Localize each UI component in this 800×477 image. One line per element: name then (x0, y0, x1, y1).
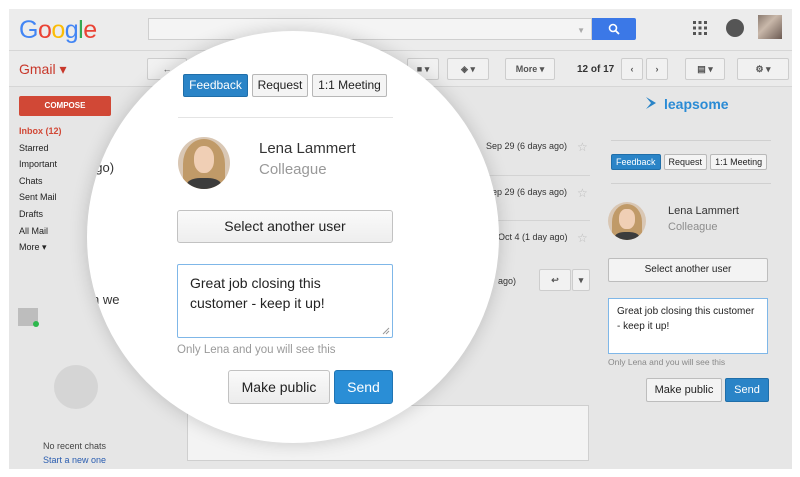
send-button[interactable]: Send (334, 370, 393, 404)
leapsome-logo: leapsome (664, 96, 729, 112)
user-name: Lena Lammert (668, 205, 739, 217)
feedback-textarea[interactable]: Great job closing this customer - keep i… (177, 264, 393, 338)
notifications-icon[interactable] (726, 19, 744, 37)
nav-item-inbox[interactable]: Inbox (12) (19, 123, 62, 140)
account-avatar[interactable] (758, 15, 782, 39)
start-new-chat-link[interactable]: Start a new one (43, 455, 106, 465)
select-user-button[interactable]: Select another user (177, 210, 393, 243)
tab-feedback[interactable]: Feedback (183, 74, 248, 97)
input-tools-button[interactable]: ▤ ▾ (685, 58, 725, 80)
reply-button[interactable]: ↩ (539, 269, 571, 291)
panel-divider (611, 140, 771, 141)
panel-divider (178, 117, 393, 118)
nav-item-drafts[interactable]: Drafts (19, 206, 62, 223)
user-name: Lena Lammert (259, 140, 356, 157)
gmail-partial-sender: n we (92, 292, 120, 307)
pager-count: 12 of 17 (577, 64, 615, 75)
feedback-textarea[interactable]: Great job closing this customer - keep i… (608, 298, 768, 354)
leapsome-logo-icon (646, 97, 656, 109)
google-logo: Google (19, 16, 97, 44)
reply-dropdown[interactable]: ▾ (572, 269, 590, 291)
online-status-icon (33, 321, 39, 327)
row-divider (486, 220, 590, 221)
user-avatar (178, 137, 230, 189)
star-icon[interactable]: ☆ (577, 231, 588, 245)
tab-meeting[interactable]: 1:1 Meeting (312, 74, 387, 97)
feedback-text: Great job closing this customer - keep i… (190, 275, 325, 311)
gmail-nav-list: Inbox (12) Starred Important Chats Sent … (19, 123, 62, 256)
privacy-hint: Only Lena and you will see this (608, 357, 726, 367)
search-button[interactable] (592, 18, 636, 40)
search-dropdown-icon[interactable]: ▼ (577, 26, 585, 35)
user-avatar (608, 202, 646, 240)
user-role: Colleague (668, 221, 718, 233)
row-divider (486, 175, 590, 176)
privacy-hint: Only Lena and you will see this (177, 344, 336, 356)
tab-request[interactable]: Request (663, 154, 708, 170)
leapsome-panel: leapsome Feedback Request 1:1 Meeting Le… (606, 78, 783, 460)
send-button[interactable]: Send (725, 378, 769, 402)
prev-page-button[interactable]: ‹ (621, 58, 643, 80)
make-public-button[interactable]: Make public (646, 378, 722, 402)
settings-button[interactable]: ⚙ ▾ (737, 58, 789, 80)
search-icon (608, 23, 620, 35)
nav-item-all-mail[interactable]: All Mail (19, 223, 62, 240)
tab-feedback[interactable]: Feedback (611, 154, 661, 170)
nav-item-sent[interactable]: Sent Mail (19, 189, 62, 206)
magnifier-lens: ago) n we Feedback Request 1:1 Meeting L… (87, 31, 499, 443)
tab-request[interactable]: Request (252, 74, 308, 97)
user-role: Colleague (259, 161, 327, 178)
nav-item-starred[interactable]: Starred (19, 140, 62, 157)
message-date: Oct 4 (1 day ago) (498, 232, 568, 242)
tab-meeting[interactable]: 1:1 Meeting (710, 154, 768, 170)
resize-handle-icon[interactable] (382, 327, 390, 335)
select-user-button[interactable]: Select another user (608, 258, 768, 282)
panel-tabs: Feedback Request 1:1 Meeting (611, 154, 768, 170)
more-button[interactable]: More ▾ (505, 58, 555, 80)
apps-grid-icon[interactable] (693, 21, 707, 35)
nav-item-important[interactable]: Important (19, 156, 62, 173)
nav-item-chats[interactable]: Chats (19, 173, 62, 190)
star-icon[interactable]: ☆ (577, 140, 588, 154)
next-page-button[interactable]: › (646, 58, 668, 80)
gmail-partial-text: ago) (88, 160, 115, 175)
message-date: ago) (498, 276, 517, 286)
gmail-app-title[interactable]: Gmail ▾ (19, 61, 66, 78)
star-icon[interactable]: ☆ (577, 186, 588, 200)
make-public-button[interactable]: Make public (228, 370, 330, 404)
panel-divider (611, 183, 771, 184)
nav-item-more[interactable]: More ▾ (19, 239, 62, 256)
